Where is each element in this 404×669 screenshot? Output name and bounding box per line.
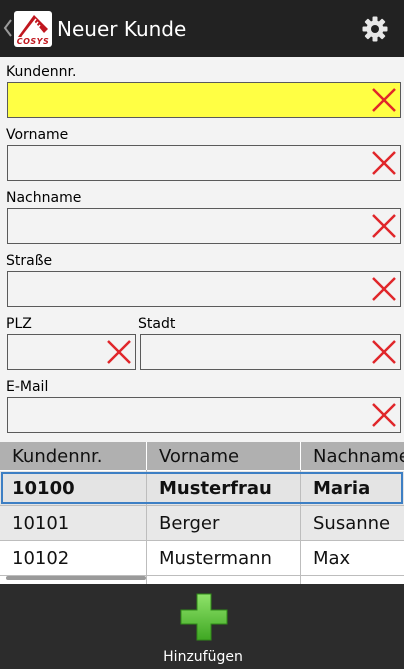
nachname-label: Nachname: [6, 190, 82, 206]
cell-vorname: Mustermann: [159, 548, 272, 569]
column-header-vorname[interactable]: Vorname: [147, 442, 301, 470]
table-header: Kundennr. Vorname Nachname: [0, 442, 404, 470]
vorname-field[interactable]: [7, 145, 401, 181]
app-logo[interactable]: COSYS: [14, 11, 52, 47]
logo-text: COSYS: [16, 37, 50, 46]
strasse-label: Straße: [6, 253, 53, 269]
stadt-field[interactable]: [140, 334, 401, 370]
stadt-label: Stadt: [138, 316, 176, 332]
strasse-field[interactable]: [7, 271, 401, 307]
table-row[interactable]: 10101 Berger Susanne: [0, 506, 404, 540]
plus-icon: [180, 593, 228, 641]
logo-icon: [18, 15, 48, 38]
kundennr-field[interactable]: [7, 82, 401, 118]
action-bar: COSYS Neuer Kunde: [0, 0, 404, 57]
clear-x-icon[interactable]: [371, 213, 397, 239]
column-header-kundennr[interactable]: Kundennr.: [0, 442, 147, 470]
gear-icon[interactable]: [361, 15, 389, 43]
chevron-left-icon[interactable]: [3, 18, 13, 38]
add-button-label: Hinzufügen: [163, 649, 243, 665]
cell-vorname: Berger: [159, 513, 220, 534]
table-row[interactable]: 10100 Musterfrau Maria: [0, 471, 404, 505]
row-divider: [0, 540, 404, 541]
email-label: E-Mail: [6, 379, 49, 395]
cell-nachname: Max: [313, 548, 351, 569]
clear-x-icon[interactable]: [371, 402, 397, 428]
email-input[interactable]: [8, 398, 400, 432]
row-divider: [0, 505, 404, 506]
cell-kundennr: 10102: [12, 548, 70, 569]
customer-form: Kundennr. Vorname Nachname Straße PLZ St…: [0, 57, 404, 442]
column-divider: [300, 470, 301, 584]
clear-x-icon[interactable]: [106, 339, 132, 365]
horizontal-scrollbar[interactable]: [6, 576, 146, 580]
add-button[interactable]: Hinzufügen: [150, 584, 256, 669]
kundennr-label: Kundennr.: [6, 64, 77, 80]
clear-x-icon[interactable]: [371, 150, 397, 176]
cell-vorname: Musterfrau: [159, 478, 272, 499]
strasse-input[interactable]: [8, 272, 400, 306]
nachname-field[interactable]: [7, 208, 401, 244]
table-row[interactable]: 10102 Mustermann Max: [0, 541, 404, 575]
plz-label: PLZ: [6, 316, 32, 332]
nachname-input[interactable]: [8, 209, 400, 243]
cell-kundennr: 10100: [12, 478, 75, 499]
column-divider: [146, 470, 147, 584]
email-field[interactable]: [7, 397, 401, 433]
cell-kundennr: 10101: [12, 513, 70, 534]
plz-field[interactable]: [7, 334, 136, 370]
column-header-nachname[interactable]: Nachname: [301, 442, 404, 470]
clear-x-icon[interactable]: [371, 276, 397, 302]
page-title: Neuer Kunde: [57, 17, 187, 41]
customer-table[interactable]: Kundennr. Vorname Nachname 10100 Musterf…: [0, 442, 404, 584]
stadt-input[interactable]: [141, 335, 400, 369]
bottom-action-bar: Hinzufügen: [0, 584, 404, 669]
clear-x-icon[interactable]: [371, 339, 397, 365]
clear-x-icon[interactable]: [371, 87, 397, 113]
cell-nachname: Maria: [313, 478, 371, 499]
kundennr-input[interactable]: [8, 83, 400, 117]
cell-nachname: Susanne: [313, 513, 391, 534]
vorname-input[interactable]: [8, 146, 400, 180]
vorname-label: Vorname: [6, 127, 69, 143]
